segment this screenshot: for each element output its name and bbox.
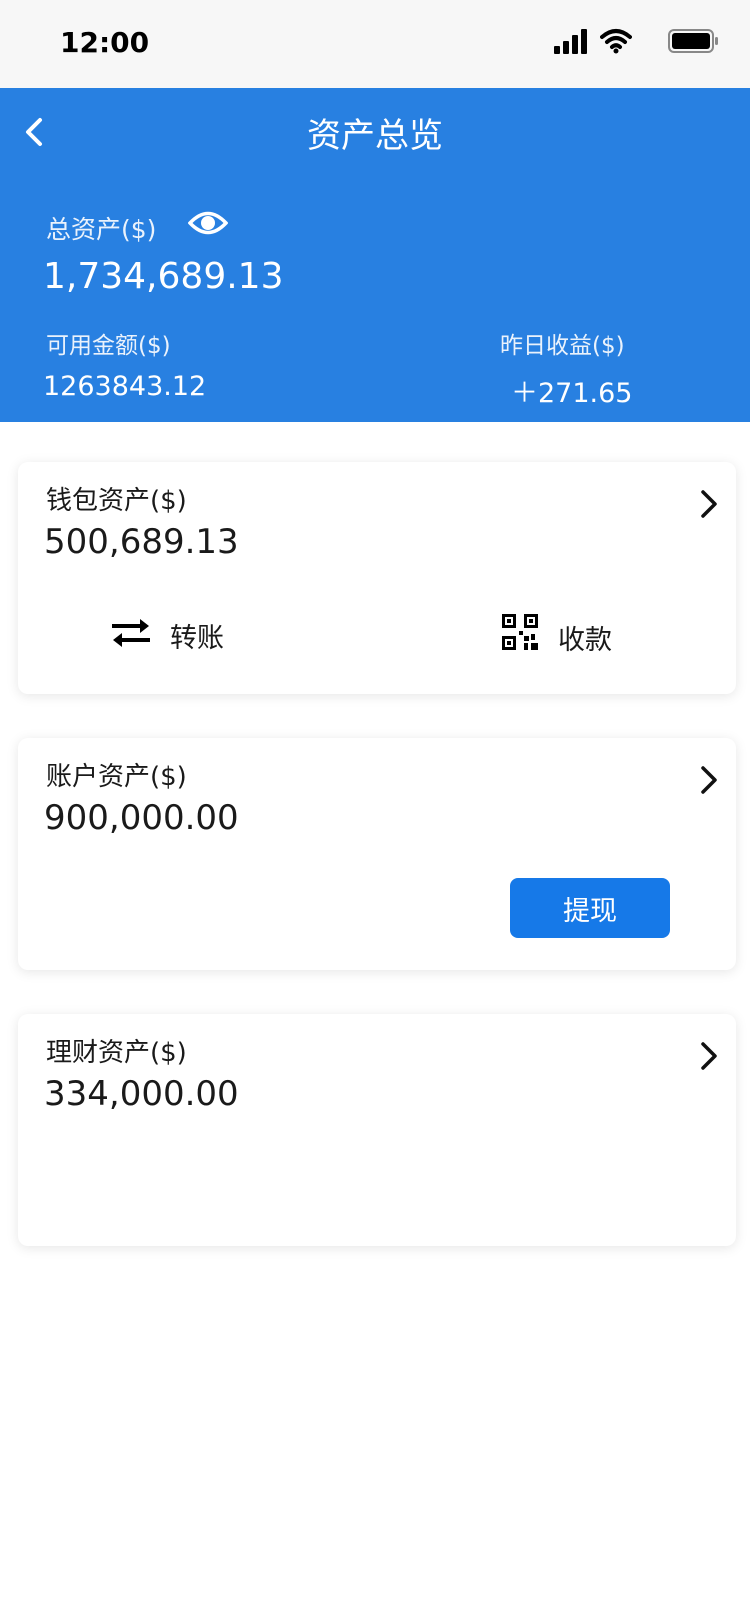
toggle-visibility-button[interactable] bbox=[187, 206, 229, 240]
status-bar: 12:00 bbox=[0, 0, 750, 88]
total-assets-value: 1,734,689.13 bbox=[43, 256, 284, 297]
wallet-assets-card[interactable]: 钱包资产($) 500,689.13 转账 收款 bbox=[18, 462, 736, 694]
status-time: 12:00 bbox=[60, 26, 150, 59]
battery-icon bbox=[668, 29, 718, 53]
wallet-assets-value: 500,689.13 bbox=[44, 522, 239, 562]
yesterday-earnings-value: ＋271.65 bbox=[511, 378, 633, 409]
qr-code-icon bbox=[502, 614, 538, 650]
page-title: 资产总览 bbox=[307, 116, 443, 156]
receive-label: 收款 bbox=[558, 625, 612, 656]
signal-icon bbox=[554, 29, 587, 54]
asset-summary-header: 资产总览 总资产($) 1,734,689.13 可用金额($) 1263843… bbox=[0, 88, 750, 422]
withdraw-button[interactable]: 提现 bbox=[510, 878, 670, 938]
account-assets-card[interactable]: 账户资产($) 900,000.00 提现 bbox=[18, 738, 736, 970]
wallet-assets-label: 钱包资产($) bbox=[46, 486, 187, 516]
receive-button[interactable]: 收款 bbox=[502, 614, 660, 660]
transfer-icon bbox=[112, 619, 150, 647]
wifi-icon bbox=[600, 29, 632, 54]
yesterday-earnings-label: 昨日收益($) bbox=[500, 333, 625, 359]
finance-assets-label: 理财资产($) bbox=[46, 1038, 187, 1068]
finance-assets-value: 334,000.00 bbox=[44, 1074, 239, 1114]
account-assets-value: 900,000.00 bbox=[44, 798, 239, 838]
chevron-right-icon[interactable] bbox=[694, 484, 722, 524]
transfer-label: 转账 bbox=[170, 623, 224, 654]
available-amount-label: 可用金额($) bbox=[46, 333, 171, 359]
total-assets-label: 总资产($) bbox=[46, 215, 157, 244]
available-amount-value: 1263843.12 bbox=[43, 371, 207, 402]
account-assets-label: 账户资产($) bbox=[46, 762, 187, 792]
chevron-right-icon[interactable] bbox=[694, 760, 722, 800]
finance-assets-card[interactable]: 理财资产($) 334,000.00 bbox=[18, 1014, 736, 1246]
chevron-right-icon[interactable] bbox=[694, 1036, 722, 1076]
eye-icon bbox=[187, 211, 229, 235]
transfer-button[interactable]: 转账 bbox=[110, 619, 250, 660]
